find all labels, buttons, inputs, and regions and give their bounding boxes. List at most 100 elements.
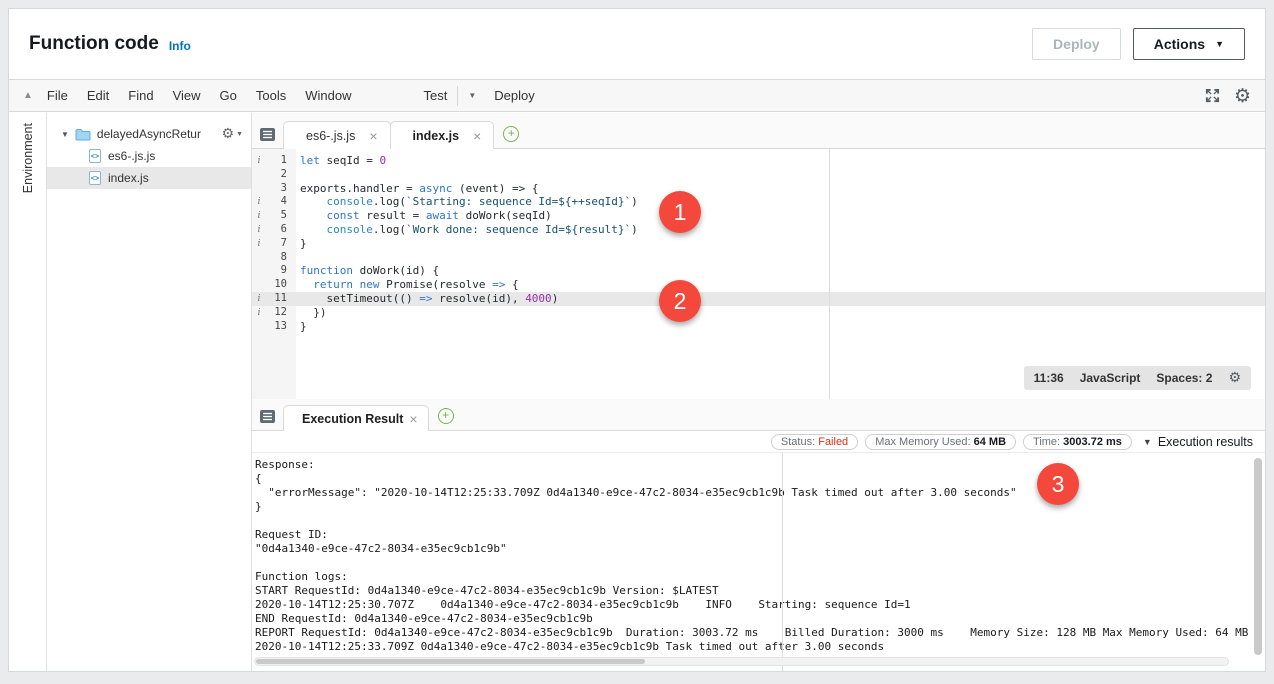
environment-tab[interactable]: Environment xyxy=(21,123,35,193)
tree-files: <> es6-.js.js <>index.js xyxy=(47,145,251,189)
info-annotation-icon: i xyxy=(252,154,266,168)
close-tab-icon[interactable]: × xyxy=(369,129,377,143)
ide-settings-gear-icon[interactable]: ⚙ xyxy=(1234,85,1251,107)
menu-item-find[interactable]: Find xyxy=(128,88,153,103)
code-line-11[interactable]: i11 setTimeout(() => resolve(id), 4000) xyxy=(252,292,1265,306)
execution-result-tab-label: Execution Result xyxy=(302,412,403,426)
execution-results-dropdown[interactable]: ▼ Execution results xyxy=(1143,435,1253,449)
code-line-5[interactable]: i5 const result = await doWork(seqId) xyxy=(252,209,1265,223)
file-name: es6-.js.js xyxy=(108,149,155,163)
code-line-4[interactable]: i4 console.log(`Starting: sequence Id=${… xyxy=(252,195,1265,209)
console-line: } xyxy=(255,500,1265,514)
console-line: START RequestId: 0d4a1340-e9ce-47c2-8034… xyxy=(255,584,1265,598)
editor-tab-es6-.js.js[interactable]: es6-.js.js× xyxy=(283,121,391,149)
file-tree-panel: ▼ delayedAsyncReturn ⚙▼ <> es6-.js.js <>in… xyxy=(47,113,252,671)
editor-tab-index.js[interactable]: index.js × xyxy=(390,121,495,149)
folder-icon xyxy=(75,128,91,141)
line-number: 12 xyxy=(266,306,296,320)
tab-label: index.js xyxy=(413,129,460,143)
editor-tabs: es6-.js.js× index.js × xyxy=(283,121,493,148)
editor-settings-gear-icon[interactable]: ⚙ xyxy=(1228,370,1241,386)
editor-status-bar: 11:36 JavaScript Spaces: 2 ⚙ xyxy=(1024,366,1251,390)
gutter-cell: 8 xyxy=(252,251,296,265)
tree-folder-row[interactable]: ▼ delayedAsyncReturn ⚙▼ xyxy=(47,123,251,145)
code-line-7[interactable]: i7} xyxy=(252,237,1265,251)
close-tab-icon[interactable]: × xyxy=(473,129,481,143)
info-annotation-icon: i xyxy=(252,237,266,251)
code-line-10[interactable]: 10 return new Promise(resolve => { xyxy=(252,278,1265,292)
gutter-cell: 10 xyxy=(252,278,296,292)
actions-button[interactable]: Actions ▼ xyxy=(1133,28,1245,60)
code-editor[interactable]: i1let seqId = 023exports.handler = async… xyxy=(252,149,1265,399)
console-lines: Response:{ "errorMessage": "2020-10-14T1… xyxy=(252,453,1265,654)
test-dropdown-icon[interactable]: ▼ xyxy=(468,91,476,100)
console-line: END RequestId: 0d4a1340-e9ce-47c2-8034-e… xyxy=(255,612,1265,626)
code-line-9[interactable]: 9function doWork(id) { xyxy=(252,264,1265,278)
annotation-callout-2: 2 xyxy=(659,280,701,322)
menu-items: File Edit Find View Go Tools Window xyxy=(47,88,352,103)
execution-summary-row: Status: FailedMax Memory Used: 64 MBTime… xyxy=(252,431,1265,453)
results-tab-bar: Execution Result × + xyxy=(252,399,1265,431)
indentation-setting[interactable]: Spaces: 2 xyxy=(1156,371,1212,385)
new-tab-icon[interactable]: + xyxy=(503,126,519,142)
deploy-button[interactable]: Deploy xyxy=(1032,28,1121,60)
line-number: 10 xyxy=(266,278,296,292)
menu-item-window[interactable]: Window xyxy=(305,88,351,103)
code-file-icon: <> xyxy=(89,171,101,185)
annotation-callout-1: 1 xyxy=(659,191,701,233)
menu-item-tools[interactable]: Tools xyxy=(256,88,286,103)
language-mode[interactable]: JavaScript xyxy=(1080,371,1141,385)
close-tab-icon[interactable]: × xyxy=(409,412,417,426)
menu-item-file[interactable]: File xyxy=(47,88,68,103)
info-annotation-icon: i xyxy=(252,292,266,306)
results-tab-list-icon[interactable] xyxy=(260,410,275,423)
code-text: exports.handler = async (event) => { xyxy=(296,182,538,196)
code-line-13[interactable]: 13} xyxy=(252,320,1265,334)
line-number: 7 xyxy=(266,237,296,251)
code-line-6[interactable]: i6 console.log(`Work done: sequence Id=$… xyxy=(252,223,1265,237)
folder-expand-icon[interactable]: ▼ xyxy=(61,130,69,139)
gutter-cell: 3 xyxy=(252,182,296,196)
test-button[interactable]: Test xyxy=(423,88,447,103)
menubar-right-icons: ⚙ xyxy=(1205,85,1251,107)
vertical-scrollbar[interactable] xyxy=(1254,458,1262,655)
badge-max-memory-used: Max Memory Used: 64 MB xyxy=(865,434,1016,450)
code-text: }) xyxy=(296,306,327,320)
gutter-cell: 13 xyxy=(252,320,296,334)
menu-item-go[interactable]: Go xyxy=(220,88,237,103)
collapse-panel-icon[interactable]: ▲ xyxy=(23,90,33,101)
code-line-12[interactable]: i12 }) xyxy=(252,306,1265,320)
tree-file-es6-.js.js[interactable]: <> es6-.js.js xyxy=(47,145,251,167)
execution-output-console[interactable]: Response:{ "errorMessage": "2020-10-14T1… xyxy=(252,453,1265,671)
menu-item-view[interactable]: View xyxy=(173,88,201,103)
horizontal-scrollbar[interactable] xyxy=(254,657,1229,666)
cursor-position[interactable]: 11:36 xyxy=(1034,371,1064,385)
info-link[interactable]: Info xyxy=(169,39,191,53)
line-number: 11 xyxy=(266,292,296,306)
menu-run-group: Test ▼ Deploy xyxy=(423,86,534,106)
console-line: Function logs: xyxy=(255,570,1265,584)
deploy-menu-item[interactable]: Deploy xyxy=(494,88,534,103)
execution-result-tab[interactable]: Execution Result × xyxy=(283,405,429,431)
code-text xyxy=(296,168,300,182)
code-line-2[interactable]: 2 xyxy=(252,168,1265,182)
menu-item-edit[interactable]: Edit xyxy=(87,88,109,103)
gutter-cell: i7 xyxy=(252,237,296,251)
gutter-cell: i6 xyxy=(252,223,296,237)
tab-list-icon[interactable] xyxy=(260,128,275,141)
info-annotation-icon: i xyxy=(252,209,266,223)
tree-file-index.js[interactable]: <>index.js xyxy=(47,167,251,189)
card-header: Function code Info Deploy Actions ▼ xyxy=(9,9,1265,79)
code-file-icon: <> xyxy=(89,149,101,163)
console-line: "0d4a1340-e9ce-47c2-8034-e35ec9cb1c9b" xyxy=(255,542,1265,556)
fullscreen-icon[interactable] xyxy=(1205,88,1220,103)
console-line: Request ID: xyxy=(255,528,1265,542)
new-results-tab-icon[interactable]: + xyxy=(438,408,454,424)
code-line-1[interactable]: i1let seqId = 0 xyxy=(252,154,1265,168)
annotation-callout-3: 3 xyxy=(1037,463,1079,505)
code-line-3[interactable]: 3exports.handler = async (event) => { xyxy=(252,182,1265,196)
gutter-cell: 2 xyxy=(252,168,296,182)
code-line-8[interactable]: 8 xyxy=(252,251,1265,265)
tree-settings-gear-icon[interactable]: ⚙▼ xyxy=(222,126,244,142)
code-text: let seqId = 0 xyxy=(296,154,386,168)
